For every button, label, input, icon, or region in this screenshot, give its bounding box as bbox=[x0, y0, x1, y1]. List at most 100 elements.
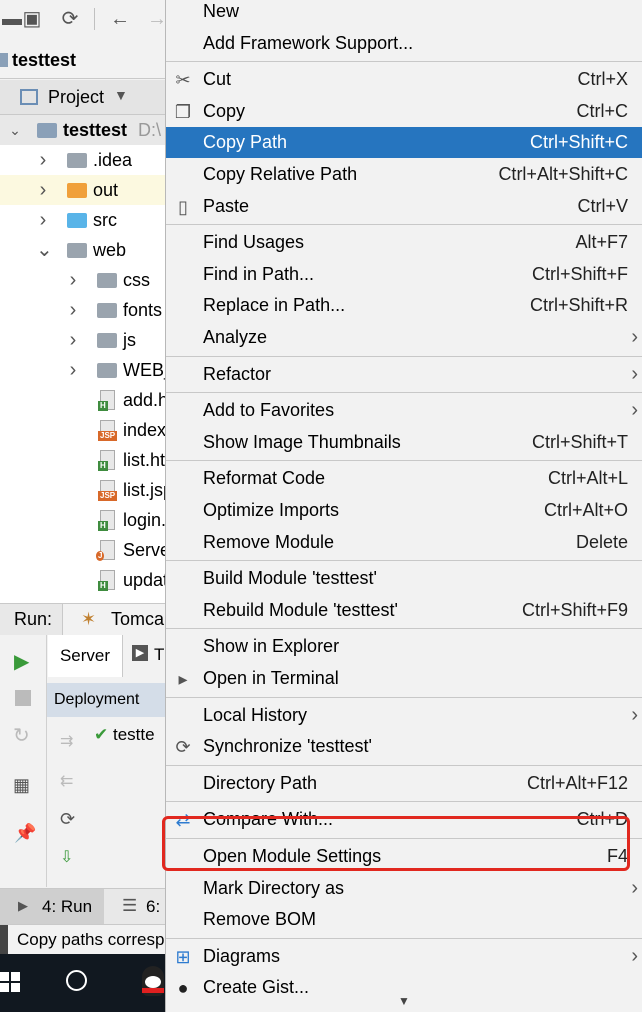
rerun-icon[interactable]: ↻ bbox=[13, 723, 30, 748]
menu-item-find-usages[interactable]: Find Usages Alt+F7 bbox=[166, 227, 642, 258]
tree-item[interactable]: › js bbox=[0, 325, 165, 355]
tree-item[interactable]: › out bbox=[0, 175, 165, 205]
menu-item-add-to-favorites[interactable]: Add to Favorites › bbox=[166, 395, 642, 426]
menu-item-cut[interactable]: ✂ Cut Ctrl+X bbox=[166, 64, 642, 95]
jsp-file-icon: JSP bbox=[98, 480, 118, 501]
tree-item-label: updat bbox=[123, 570, 165, 590]
menu-item-refactor[interactable]: Refactor › bbox=[166, 359, 642, 390]
menu-item-open-in-terminal[interactable]: ▸ Open in Terminal bbox=[166, 663, 642, 694]
menu-item-diagrams[interactable]: ⊞ Diagrams › bbox=[166, 941, 642, 972]
chevron-right-icon[interactable]: › bbox=[66, 265, 80, 295]
menu-item-shortcut: Ctrl+Alt+F12 bbox=[526, 772, 628, 793]
tree-item[interactable]: › WEB_ bbox=[0, 355, 165, 385]
menu-item-optimize-imports[interactable]: Optimize Imports Ctrl+Alt+O bbox=[166, 495, 642, 526]
breadcrumb-root[interactable]: testtest bbox=[12, 50, 76, 71]
menu-item-remove-module[interactable]: Remove Module Delete bbox=[166, 527, 642, 558]
menu-item-show-in-explorer[interactable]: Show in Explorer bbox=[166, 631, 642, 662]
menu-item-local-history[interactable]: Local History › bbox=[166, 700, 642, 731]
tab-todo[interactable]: 6: bbox=[146, 897, 160, 917]
clipboard-icon: ▯ bbox=[178, 196, 188, 217]
deploy-all-icon[interactable]: ⇩ bbox=[60, 847, 73, 867]
windows-start-icon[interactable] bbox=[0, 972, 20, 992]
module-icon bbox=[0, 53, 8, 67]
menu-item-rebuild-module-testtest[interactable]: Rebuild Module 'testtest' Ctrl+Shift+F9 bbox=[166, 595, 642, 626]
tree-item[interactable]: Hlist.ht bbox=[0, 445, 165, 475]
project-view-selector[interactable]: Project bbox=[48, 87, 104, 108]
chevron-right-icon[interactable]: › bbox=[66, 325, 80, 355]
back-arrow-icon[interactable]: ← bbox=[108, 7, 132, 31]
menu-item-paste[interactable]: ▯ Paste Ctrl+V bbox=[166, 191, 642, 222]
menu-item-directory-path[interactable]: Directory Path Ctrl+Alt+F12 bbox=[166, 768, 642, 799]
menu-item-replace-in-path[interactable]: Replace in Path... Ctrl+Shift+R bbox=[166, 290, 642, 321]
menu-item-remove-bom[interactable]: Remove BOM bbox=[166, 904, 642, 935]
tree-item[interactable]: ⌄ web bbox=[0, 235, 165, 265]
menu-separator bbox=[166, 460, 642, 462]
menu-item-reformat-code[interactable]: Reformat Code Ctrl+Alt+L bbox=[166, 463, 642, 494]
chevron-right-icon[interactable]: › bbox=[66, 295, 80, 325]
annotation-red-box bbox=[162, 816, 630, 871]
menu-item-label: Analyze bbox=[203, 327, 268, 347]
tree-item[interactable]: JSP index bbox=[0, 415, 165, 445]
menu-item-add-framework-support[interactable]: Add Framework Support... bbox=[166, 28, 642, 59]
tab-run[interactable]: ▶ 4: Run bbox=[0, 889, 104, 925]
chevron-right-icon[interactable]: › bbox=[36, 145, 50, 175]
tool-window-tabs: ▶ 4: Run ☰ 6: bbox=[0, 888, 165, 925]
menu-item-analyze[interactable]: Analyze › bbox=[166, 322, 642, 353]
menu-item-copy-path[interactable]: Copy Path Ctrl+Shift+C bbox=[166, 127, 642, 159]
chevron-right-icon[interactable]: › bbox=[36, 175, 50, 205]
run-icon[interactable]: ▶ bbox=[14, 649, 29, 674]
chevron-right-icon: › bbox=[631, 876, 638, 899]
tree-item[interactable]: Hupdat bbox=[0, 565, 165, 595]
menu-item-find-in-path[interactable]: Find in Path... Ctrl+Shift+F bbox=[166, 259, 642, 290]
tree-item[interactable]: › src bbox=[0, 205, 165, 235]
tree-root-row[interactable]: ⌄ testtest D:\ bbox=[0, 115, 165, 145]
search-icon[interactable] bbox=[66, 970, 87, 991]
scroll-down-arrow-icon[interactable]: ▼ bbox=[398, 994, 410, 1008]
tree-item[interactable]: › .idea bbox=[0, 145, 165, 175]
menu-item-shortcut: Ctrl+V bbox=[577, 195, 628, 216]
menu-separator bbox=[166, 764, 642, 766]
tree-item[interactable]: Hlogin. bbox=[0, 505, 165, 535]
tree-root-path: D:\ bbox=[138, 120, 162, 140]
refresh-deploy-icon[interactable]: ⟳ bbox=[60, 809, 75, 830]
menu-item-shortcut: Ctrl+C bbox=[576, 100, 628, 121]
undeploy-icon[interactable]: ⇇ bbox=[60, 771, 73, 791]
chevron-right-icon[interactable]: › bbox=[36, 205, 50, 235]
deployment-item[interactable]: ✔ testte bbox=[94, 725, 155, 745]
qq-icon[interactable] bbox=[142, 966, 164, 996]
deploy-icon[interactable]: ⇉ bbox=[60, 731, 73, 751]
tree-item[interactable]: Hadd.h bbox=[0, 385, 165, 415]
refresh-icon[interactable]: ⟳ bbox=[58, 7, 82, 31]
menu-item-copy[interactable]: ❐ Copy Ctrl+C bbox=[166, 96, 642, 127]
folder-icon bbox=[97, 273, 117, 288]
status-text: Copy paths corresp bbox=[17, 930, 165, 949]
menu-item-copy-relative-path[interactable]: Copy Relative Path Ctrl+Alt+Shift+C bbox=[166, 159, 642, 190]
tree-item[interactable]: JSPlist.jsp bbox=[0, 475, 165, 505]
tab-t[interactable]: T bbox=[154, 645, 164, 665]
menu-item-mark-directory-as[interactable]: Mark Directory as › bbox=[166, 873, 642, 904]
project-view-icon bbox=[20, 89, 38, 105]
menu-item-new[interactable]: New bbox=[166, 0, 642, 27]
chevron-right-icon[interactable]: › bbox=[66, 355, 80, 385]
tree-item[interactable]: › css bbox=[0, 265, 165, 295]
tree-root-label: testtest bbox=[63, 120, 128, 140]
layout-icon[interactable]: ▦ bbox=[13, 775, 30, 796]
tree-item[interactable]: › fonts bbox=[0, 295, 165, 325]
chevron-down-icon[interactable]: ⌄ bbox=[36, 235, 53, 265]
menu-item-label: Add to Favorites bbox=[203, 400, 335, 421]
menu-item-show-image-thumbnails[interactable]: Show Image Thumbnails Ctrl+Shift+T bbox=[166, 427, 642, 458]
menu-item-shortcut: Ctrl+X bbox=[577, 69, 628, 90]
stop-icon[interactable] bbox=[15, 690, 31, 706]
tree-item[interactable]: J Serve bbox=[0, 535, 165, 565]
pin-icon[interactable]: 📌 bbox=[14, 823, 36, 844]
chevron-down-icon[interactable]: ⌄ bbox=[8, 115, 22, 145]
tab-server[interactable]: Server bbox=[48, 635, 123, 677]
terminal-tab-icon[interactable]: ▶ bbox=[132, 645, 148, 661]
menu-item-build-module-testtest[interactable]: Build Module 'testtest' bbox=[166, 563, 642, 594]
chevron-down-icon[interactable]: ▼ bbox=[114, 87, 128, 103]
play-icon: ▶ bbox=[18, 898, 28, 913]
run-config-tab[interactable]: ✶ Tomca bbox=[62, 604, 166, 636]
menu-item-synchronize-testtest[interactable]: ⟳ Synchronize 'testtest' bbox=[166, 731, 642, 762]
menu-item-shortcut: Ctrl+Alt+L bbox=[547, 468, 628, 489]
save-icon[interactable]: ▣ bbox=[20, 7, 44, 31]
